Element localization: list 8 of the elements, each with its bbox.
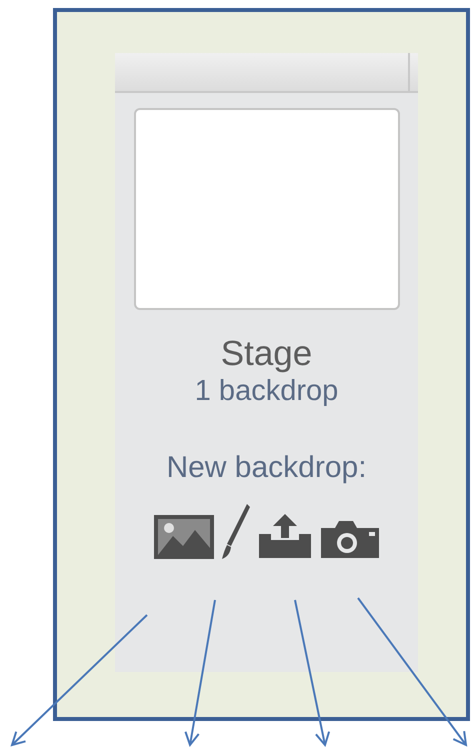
landscape-icon[interactable]: [152, 514, 214, 560]
upload-icon[interactable]: [256, 512, 312, 560]
stage-title: Stage: [220, 334, 312, 374]
new-backdrop-label: New backdrop:: [166, 450, 367, 486]
stage-thumbnail[interactable]: [134, 108, 400, 310]
backdrop-count: 1 backdrop: [194, 374, 338, 408]
brush-icon[interactable]: [220, 502, 250, 560]
camera-icon[interactable]: [318, 518, 380, 560]
